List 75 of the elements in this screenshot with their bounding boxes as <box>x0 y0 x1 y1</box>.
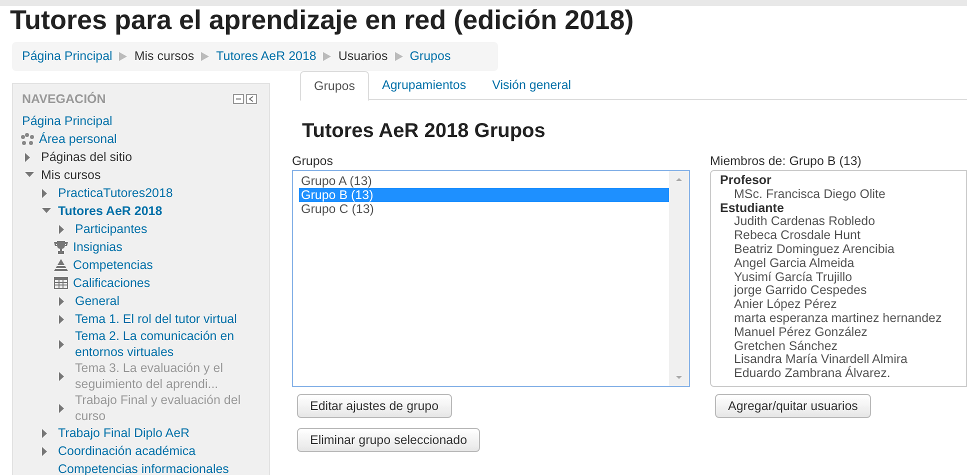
collapsed-arrow-icon[interactable] <box>42 188 48 198</box>
pyramid-icon <box>54 259 68 271</box>
list-option[interactable]: Grupo B (13) <box>299 188 669 202</box>
nav-item[interactable]: Tema 2. La comunicación en entornos virtuales <box>75 328 269 360</box>
nav-item[interactable]: Participantes <box>75 221 148 237</box>
breadcrumb-item[interactable]: Mis cursos <box>134 47 194 66</box>
nav-item[interactable]: Tutores AeR 2018 <box>58 203 162 219</box>
nav-item[interactable]: Calificaciones <box>73 275 150 291</box>
collapsed-arrow-icon[interactable] <box>42 428 48 438</box>
collapsed-arrow-icon[interactable] <box>59 340 65 348</box>
expanded-arrow-icon[interactable] <box>42 208 51 214</box>
collapsed-arrow-icon[interactable] <box>42 446 48 456</box>
tab[interactable]: Grupos <box>300 71 369 101</box>
nav-item[interactable]: Trabajo Final Diplo AeR <box>58 425 190 441</box>
nav-item[interactable]: Competencias <box>73 257 153 273</box>
tab[interactable]: Visión general <box>479 71 584 100</box>
nav-item[interactable]: Páginas del sitio <box>41 149 132 165</box>
member-name: Manuel Pérez González <box>733 326 868 340</box>
separator-icon <box>201 52 210 61</box>
collapsed-arrow-icon[interactable] <box>59 372 65 380</box>
collapsed-arrow-icon[interactable] <box>59 224 65 234</box>
member-name: MSc. Francisca Diego Olite <box>733 188 886 202</box>
member-name: Rebeca Crosdale Hunt <box>733 229 862 243</box>
members-label: Miembros de: Grupo B (13) <box>710 153 862 166</box>
dock-controls-icon[interactable] <box>233 94 257 104</box>
members-listbox[interactable] <box>710 170 967 387</box>
member-name: Angel Garcia Almeida <box>733 256 856 271</box>
nav-item[interactable]: Mis cursos <box>41 167 101 183</box>
trophy-icon <box>54 240 68 254</box>
collapsed-arrow-icon[interactable] <box>59 314 65 324</box>
breadcrumb-item[interactable]: Usuarios <box>338 47 388 66</box>
collapsed-arrow-icon[interactable] <box>59 296 65 306</box>
breadcrumb-item[interactable]: Grupos <box>410 47 451 66</box>
action-button[interactable]: Eliminar grupo seleccionado <box>297 428 480 452</box>
collapsed-arrow-icon[interactable] <box>25 152 31 162</box>
expanded-arrow-icon[interactable] <box>25 172 34 178</box>
nav-item[interactable]: Tema 3. La evaluación y el seguimiento del aprendi... <box>75 360 269 392</box>
separator-icon <box>119 52 128 61</box>
member-name: Beatriz Dominguez Arencibia <box>733 242 896 257</box>
member-name: marta esperanza martinez hernandez <box>733 312 943 326</box>
nav-item[interactable]: Área personal <box>39 131 117 147</box>
nav-item[interactable]: Tema 1. El rol del tutor virtual <box>75 311 237 327</box>
tab[interactable]: Agrupamientos <box>369 71 480 100</box>
nav-item[interactable]: General <box>75 293 120 309</box>
groups-listbox[interactable]: Grupo A (13) Grupo B (13) Grupo C (13) <box>292 170 690 387</box>
navigation-title: NAVEGACIÓN <box>22 90 106 108</box>
member-name: jorge Garrido Cespedes <box>732 284 868 298</box>
role-heading: Profesor <box>720 174 772 188</box>
collapsed-arrow-icon[interactable] <box>59 404 65 412</box>
member-name: Eduardo Zambrana Álvarez. <box>733 367 892 381</box>
groups-label: Grupos <box>292 153 334 166</box>
member-name: Anier López Pérez <box>733 298 838 312</box>
member-name: Yusimí García Trujillo <box>733 270 854 284</box>
member-name: Lisandra María Vinardell Almira <box>733 353 908 366</box>
action-button[interactable]: Editar ajustes de grupo <box>297 394 452 418</box>
nav-item[interactable]: Insignias <box>73 239 122 255</box>
scrollbar-icon[interactable] <box>669 171 689 386</box>
nav-item[interactable]: Trabajo Final y evaluación del curso <box>75 392 269 424</box>
page-title: Tutores para el aprendizaje en red (edición 2018) <box>9 6 635 34</box>
separator-icon <box>323 52 332 61</box>
breadcrumb-item[interactable]: Tutores AeR 2018 <box>216 47 316 66</box>
member-name: Judith Cardenas Robledo <box>733 215 876 230</box>
separator-icon <box>394 52 403 61</box>
nav-item[interactable]: Página Principal <box>22 113 112 129</box>
dashboard-icon <box>20 133 35 145</box>
role-heading: Estudiante <box>720 202 785 216</box>
nav-item[interactable]: PracticaTutores2018 <box>58 185 173 201</box>
page-heading: Tutores AeR 2018 Grupos <box>302 119 546 143</box>
action-button[interactable]: Agregar/quitar usuarios <box>715 394 871 418</box>
list-option[interactable]: Grupo C (13) <box>299 202 669 216</box>
nav-item[interactable]: Coordinación académica <box>58 443 196 459</box>
table-icon <box>54 277 68 289</box>
list-option[interactable]: Grupo A (13) <box>299 174 669 188</box>
member-name: Gretchen Sánchez <box>733 340 839 354</box>
breadcrumb-item[interactable]: Página Principal <box>22 47 112 66</box>
